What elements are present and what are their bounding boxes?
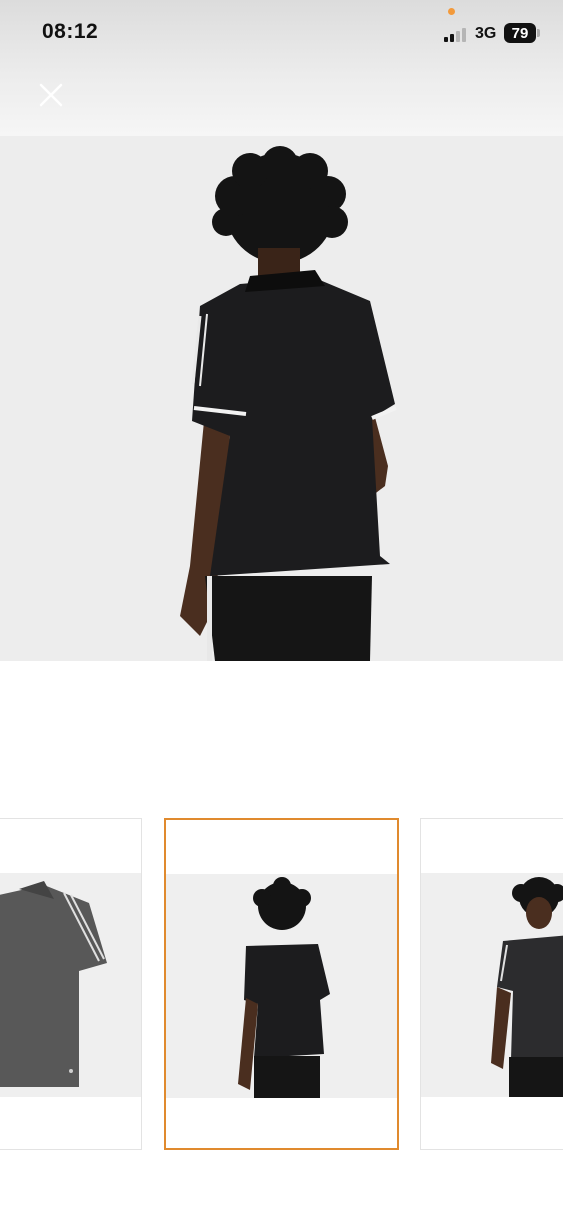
thumbnail-1-image: [0, 873, 141, 1097]
main-product-image[interactable]: [0, 136, 563, 661]
thumbnail-3-image: [421, 873, 563, 1097]
thumbnail-1[interactable]: [0, 818, 142, 1150]
thumbnail-2-selected[interactable]: [164, 818, 399, 1150]
thumbnail-3[interactable]: [420, 818, 563, 1150]
battery-icon: 79: [504, 23, 536, 43]
signal-bars-icon: [444, 26, 470, 42]
product-photo-back-view: [0, 136, 563, 661]
front-view-thumbnail-photo: [421, 873, 563, 1097]
battery-tip: [537, 29, 540, 37]
status-bar: 08:12 3G 79: [0, 0, 563, 70]
network-type: 3G: [475, 25, 497, 42]
privacy-indicator-dot: [448, 8, 455, 15]
battery-level: 79: [511, 24, 529, 42]
back-view-thumbnail-photo: [166, 874, 397, 1098]
close-icon: [39, 83, 63, 107]
flat-polo-photo: [0, 873, 141, 1097]
thumbnail-2-image: [166, 874, 397, 1098]
status-time: 08:12: [42, 20, 99, 43]
close-button[interactable]: [34, 78, 68, 112]
